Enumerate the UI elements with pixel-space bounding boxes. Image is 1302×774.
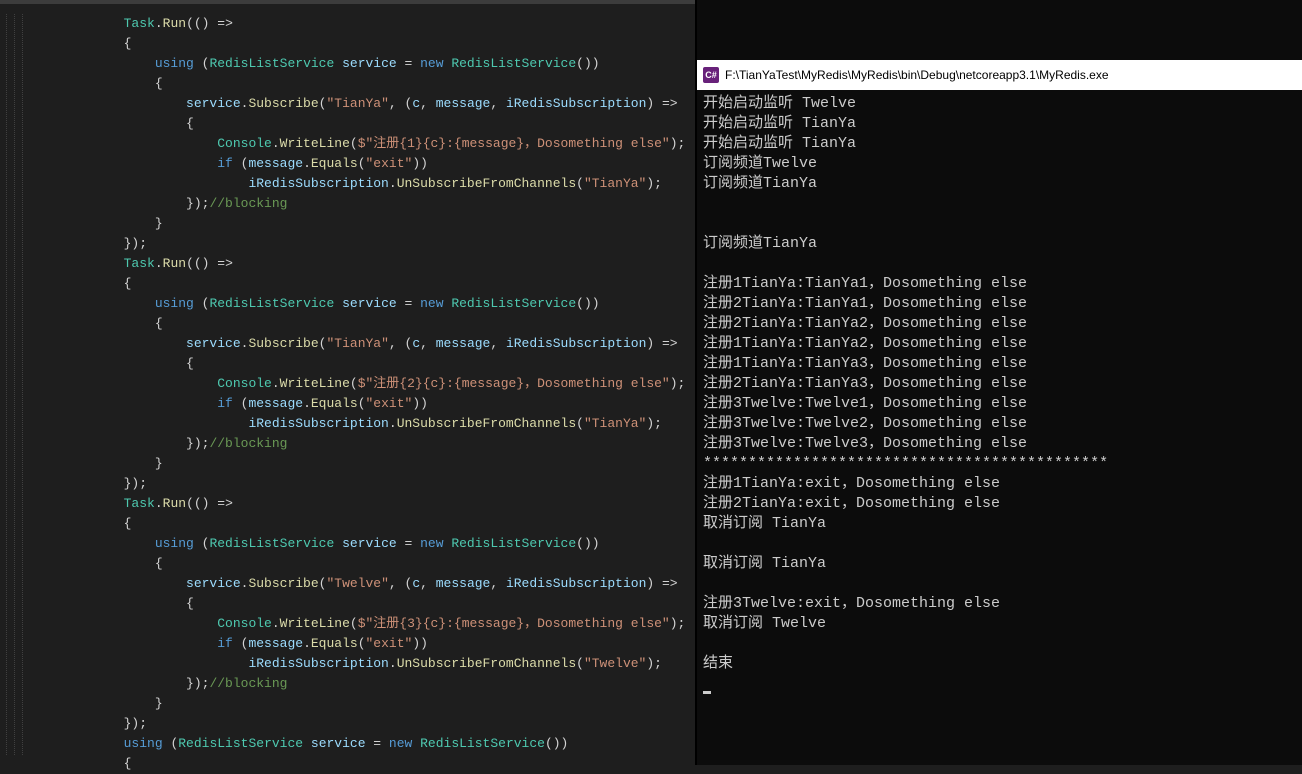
console-line: ****************************************… [703, 454, 1296, 474]
code-line[interactable]: { [30, 594, 695, 614]
code-line[interactable]: service.Subscribe("TianYa", (c, message,… [30, 94, 695, 114]
console-line [703, 534, 1296, 554]
code-line[interactable]: using (RedisListService service = new Re… [30, 294, 695, 314]
console-line: 注册2TianYa:TianYa3，Dosomething else [703, 374, 1296, 394]
code-line[interactable]: service.Subscribe("TianYa", (c, message,… [30, 334, 695, 354]
console-line: 注册3Twelve:Twelve1，Dosomething else [703, 394, 1296, 414]
code-line[interactable]: Console.WriteLine($"注册{2}{c}:{message}，D… [30, 374, 695, 394]
code-line[interactable]: { [30, 754, 695, 774]
code-line[interactable]: { [30, 554, 695, 574]
code-line[interactable]: service.Subscribe("Twelve", (c, message,… [30, 574, 695, 594]
console-line: 注册2TianYa:TianYa1，Dosomething else [703, 294, 1296, 314]
console-output[interactable]: 开始启动监听 Twelve开始启动监听 TianYa开始启动监听 TianYa订… [697, 90, 1302, 698]
code-line[interactable]: if (message.Equals("exit")) [30, 394, 695, 414]
console-line [703, 574, 1296, 594]
code-line[interactable]: { [30, 274, 695, 294]
code-line[interactable]: Task.Run(() => [30, 254, 695, 274]
console-line [703, 214, 1296, 234]
console-line [703, 194, 1296, 214]
code-line[interactable]: } [30, 694, 695, 714]
console-line: 取消订阅 TianYa [703, 554, 1296, 574]
code-line[interactable]: } [30, 454, 695, 474]
code-line[interactable]: { [30, 514, 695, 534]
console-line: 开始启动监听 TianYa [703, 134, 1296, 154]
console-line: 注册3Twelve:Twelve3，Dosomething else [703, 434, 1296, 454]
console-line: 取消订阅 TianYa [703, 514, 1296, 534]
code-line[interactable]: });//blocking [30, 434, 695, 454]
code-line[interactable]: iRedisSubscription.UnSubscribeFromChanne… [30, 414, 695, 434]
code-line[interactable]: { [30, 314, 695, 334]
code-line[interactable]: Task.Run(() => [30, 494, 695, 514]
console-line [703, 634, 1296, 654]
console-line: 订阅频道TianYa [703, 174, 1296, 194]
code-line[interactable]: iRedisSubscription.UnSubscribeFromChanne… [30, 654, 695, 674]
code-line[interactable]: }); [30, 474, 695, 494]
console-line: 开始启动监听 Twelve [703, 94, 1296, 114]
console-line: 注册1TianYa:TianYa1，Dosomething else [703, 274, 1296, 294]
console-line: 结束 [703, 654, 1296, 674]
console-line: 注册1TianYa:TianYa2，Dosomething else [703, 334, 1296, 354]
console-line [703, 254, 1296, 274]
console-line: 注册1TianYa:TianYa3，Dosomething else [703, 354, 1296, 374]
console-line: 注册3Twelve:Twelve2，Dosomething else [703, 414, 1296, 434]
console-line: 注册2TianYa:TianYa2，Dosomething else [703, 314, 1296, 334]
console-line: 注册1TianYa:exit，Dosomething else [703, 474, 1296, 494]
console-line: 注册3Twelve:exit，Dosomething else [703, 594, 1296, 614]
code-line[interactable]: }); [30, 234, 695, 254]
code-line[interactable]: Console.WriteLine($"注册{3}{c}:{message}，D… [30, 614, 695, 634]
code-line[interactable]: Console.WriteLine($"注册{1}{c}:{message}，D… [30, 134, 695, 154]
code-line[interactable]: });//blocking [30, 674, 695, 694]
code-line[interactable]: using (RedisListService service = new Re… [30, 734, 695, 754]
console-title: F:\TianYaTest\MyRedis\MyRedis\bin\Debug\… [725, 68, 1109, 82]
indent-guides [0, 14, 30, 755]
code-editor[interactable]: Task.Run(() => { using (RedisListService… [0, 0, 695, 765]
code-line[interactable]: if (message.Equals("exit")) [30, 634, 695, 654]
code-line[interactable]: Task.Run(() => [30, 14, 695, 34]
console-line: 开始启动监听 TianYa [703, 114, 1296, 134]
code-line[interactable]: using (RedisListService service = new Re… [30, 534, 695, 554]
console-line: 注册2TianYa:exit，Dosomething else [703, 494, 1296, 514]
console-line: 订阅频道TianYa [703, 234, 1296, 254]
code-content[interactable]: Task.Run(() => { using (RedisListService… [30, 14, 695, 774]
console-line: 订阅频道Twelve [703, 154, 1296, 174]
code-line[interactable]: { [30, 354, 695, 374]
app-icon: C# [703, 67, 719, 83]
console-cursor [703, 674, 1296, 694]
code-line[interactable]: if (message.Equals("exit")) [30, 154, 695, 174]
code-line[interactable]: }); [30, 714, 695, 734]
console-line: 取消订阅 Twelve [703, 614, 1296, 634]
console-window[interactable]: C# F:\TianYaTest\MyRedis\MyRedis\bin\Deb… [695, 0, 1302, 765]
code-line[interactable]: { [30, 114, 695, 134]
code-line[interactable]: { [30, 34, 695, 54]
console-titlebar[interactable]: C# F:\TianYaTest\MyRedis\MyRedis\bin\Deb… [697, 60, 1302, 90]
code-line[interactable]: { [30, 74, 695, 94]
code-line[interactable]: } [30, 214, 695, 234]
code-line[interactable]: iRedisSubscription.UnSubscribeFromChanne… [30, 174, 695, 194]
code-line[interactable]: });//blocking [30, 194, 695, 214]
code-line[interactable]: using (RedisListService service = new Re… [30, 54, 695, 74]
